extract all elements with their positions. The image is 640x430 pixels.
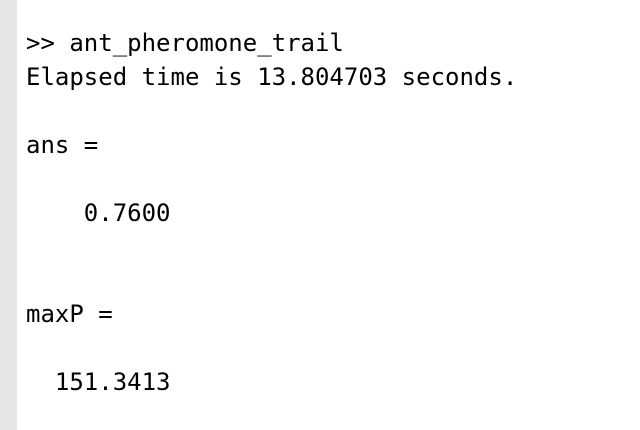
ans-value: 0.7600: [26, 199, 171, 227]
command-window-output[interactable]: >> ant_pheromone_trail Elapsed time is 1…: [17, 0, 640, 430]
left-margin-gutter: [0, 0, 17, 430]
command-prompt-line: >> ant_pheromone_trail: [26, 29, 344, 57]
ans-label: ans =: [26, 131, 99, 159]
maxp-label: maxP =: [26, 300, 113, 328]
elapsed-time-line: Elapsed time is 13.804703 seconds.: [26, 63, 518, 91]
maxp-value: 151.3413: [26, 368, 171, 396]
